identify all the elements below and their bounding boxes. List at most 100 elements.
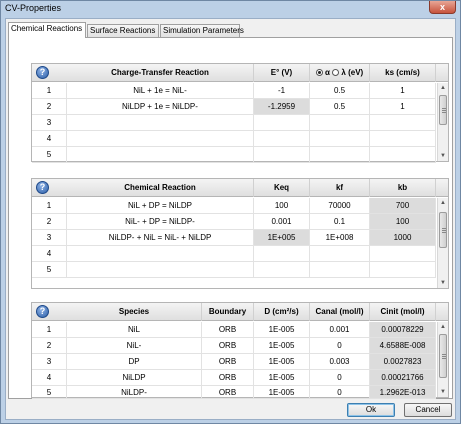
cancel-button[interactable]: Cancel <box>404 403 452 417</box>
species-cell[interactable]: NiLDP- <box>67 386 202 399</box>
help-icon[interactable]: ? <box>36 181 49 194</box>
help-icon[interactable]: ? <box>36 66 49 79</box>
col-header-d[interactable]: D (cm²/s) <box>254 303 310 321</box>
canal-cell[interactable]: 0.001 <box>310 322 370 338</box>
vertical-scrollbar[interactable]: ▲ ▼ <box>437 322 448 397</box>
close-button[interactable]: x <box>429 1 456 14</box>
canal-cell[interactable]: 0 <box>310 386 370 399</box>
canal-cell[interactable]: 0 <box>310 338 370 354</box>
col-header-kf[interactable]: kf <box>310 179 370 197</box>
scroll-down-icon[interactable]: ▼ <box>438 387 448 397</box>
boundary-cell[interactable]: ORB <box>202 322 254 338</box>
col-header-reaction[interactable]: Chemical Reaction <box>67 179 254 197</box>
alpha-cell[interactable] <box>310 147 370 163</box>
species-cell[interactable]: DP <box>67 354 202 370</box>
reaction-cell[interactable] <box>67 131 254 147</box>
ks-cell[interactable] <box>370 131 436 147</box>
col-header-canal[interactable]: Canal (mol/l) <box>310 303 370 321</box>
scroll-down-icon[interactable]: ▼ <box>438 278 448 288</box>
d-cell[interactable]: 1E-005 <box>254 322 310 338</box>
kb-cell[interactable] <box>370 262 436 278</box>
tab-chemical-reactions[interactable]: Chemical Reactions <box>8 22 86 38</box>
scroll-thumb[interactable] <box>439 95 447 125</box>
reaction-cell[interactable]: NiLDP- + NiL = NiL- + NiLDP <box>67 230 254 246</box>
scroll-down-icon[interactable]: ▼ <box>438 151 448 161</box>
e0-cell[interactable] <box>254 115 310 131</box>
keq-cell[interactable] <box>254 246 310 262</box>
keq-cell[interactable]: 0.001 <box>254 214 310 230</box>
reaction-cell[interactable]: NiLDP + 1e = NiLDP- <box>67 99 254 115</box>
species-cell[interactable]: NiL <box>67 322 202 338</box>
reaction-cell[interactable]: NiL + DP = NiLDP <box>67 198 254 214</box>
cinit-cell[interactable]: 1.2962E-013 <box>370 386 436 399</box>
boundary-cell[interactable]: ORB <box>202 354 254 370</box>
d-cell[interactable]: 1E-005 <box>254 338 310 354</box>
kf-cell[interactable] <box>310 262 370 278</box>
lambda-radio[interactable] <box>332 69 340 76</box>
col-header-species[interactable]: Species <box>67 303 202 321</box>
reaction-cell[interactable] <box>67 115 254 131</box>
col-header-e0[interactable]: E° (V) <box>254 64 310 82</box>
scroll-thumb[interactable] <box>439 334 447 378</box>
d-cell[interactable]: 1E-005 <box>254 386 310 399</box>
ks-cell[interactable] <box>370 147 436 163</box>
cinit-cell[interactable]: 0.0027823 <box>370 354 436 370</box>
d-cell[interactable]: 1E-005 <box>254 370 310 386</box>
e0-cell[interactable] <box>254 147 310 163</box>
alpha-radio[interactable] <box>315 69 323 76</box>
boundary-cell[interactable]: ORB <box>202 370 254 386</box>
kf-cell[interactable] <box>310 246 370 262</box>
cinit-cell[interactable]: 0.00078229 <box>370 322 436 338</box>
kb-cell[interactable]: 1000 <box>370 230 436 246</box>
col-header-ks[interactable]: ks (cm/s) <box>370 64 436 82</box>
col-header-keq[interactable]: Keq <box>254 179 310 197</box>
alpha-cell[interactable]: 0.5 <box>310 99 370 115</box>
cinit-cell[interactable]: 0.00021766 <box>370 370 436 386</box>
scroll-up-icon[interactable]: ▲ <box>438 322 448 332</box>
species-cell[interactable]: NiL- <box>67 338 202 354</box>
scroll-thumb[interactable] <box>439 212 447 248</box>
canal-cell[interactable]: 0.003 <box>310 354 370 370</box>
boundary-cell[interactable]: ORB <box>202 386 254 399</box>
alpha-cell[interactable] <box>310 131 370 147</box>
reaction-cell[interactable]: NiL- + DP = NiLDP- <box>67 214 254 230</box>
help-icon[interactable]: ? <box>36 305 49 318</box>
ok-button[interactable]: Ok <box>347 403 395 417</box>
alpha-cell[interactable]: 0.5 <box>310 83 370 99</box>
keq-cell[interactable] <box>254 262 310 278</box>
reaction-cell[interactable]: NiL + 1e = NiL- <box>67 83 254 99</box>
d-cell[interactable]: 1E-005 <box>254 354 310 370</box>
scroll-up-icon[interactable]: ▲ <box>438 83 448 93</box>
keq-cell[interactable]: 1E+005 <box>254 230 310 246</box>
tab-simulation-parameters[interactable]: Simulation Parameters <box>160 24 244 37</box>
e0-cell[interactable] <box>254 131 310 147</box>
kb-cell[interactable]: 100 <box>370 214 436 230</box>
vertical-scrollbar[interactable]: ▲ ▼ <box>437 198 448 288</box>
keq-cell[interactable]: 100 <box>254 198 310 214</box>
col-header-cinit[interactable]: Cinit (mol/l) <box>370 303 436 321</box>
scroll-up-icon[interactable]: ▲ <box>438 198 448 208</box>
e0-cell[interactable]: -1.2959 <box>254 99 310 115</box>
col-header-reaction[interactable]: Charge-Transfer Reaction <box>67 64 254 82</box>
ks-cell[interactable]: 1 <box>370 99 436 115</box>
vertical-scrollbar[interactable]: ▲ ▼ <box>437 83 448 161</box>
ks-cell[interactable] <box>370 115 436 131</box>
col-header-boundary[interactable]: Boundary <box>202 303 254 321</box>
boundary-cell[interactable]: ORB <box>202 338 254 354</box>
cinit-cell[interactable]: 4.6588E-008 <box>370 338 436 354</box>
tab-surface-reactions[interactable]: Surface Reactions <box>87 24 159 37</box>
kf-cell[interactable]: 0.1 <box>310 214 370 230</box>
kb-cell[interactable] <box>370 246 436 262</box>
alpha-cell[interactable] <box>310 115 370 131</box>
canal-cell[interactable]: 0 <box>310 370 370 386</box>
reaction-cell[interactable] <box>67 262 254 278</box>
kf-cell[interactable]: 70000 <box>310 198 370 214</box>
reaction-cell[interactable] <box>67 246 254 262</box>
ks-cell[interactable]: 1 <box>370 83 436 99</box>
species-cell[interactable]: NiLDP <box>67 370 202 386</box>
e0-cell[interactable]: -1 <box>254 83 310 99</box>
reaction-cell[interactable] <box>67 147 254 163</box>
col-header-kb[interactable]: kb <box>370 179 436 197</box>
kb-cell[interactable]: 700 <box>370 198 436 214</box>
kf-cell[interactable]: 1E+008 <box>310 230 370 246</box>
